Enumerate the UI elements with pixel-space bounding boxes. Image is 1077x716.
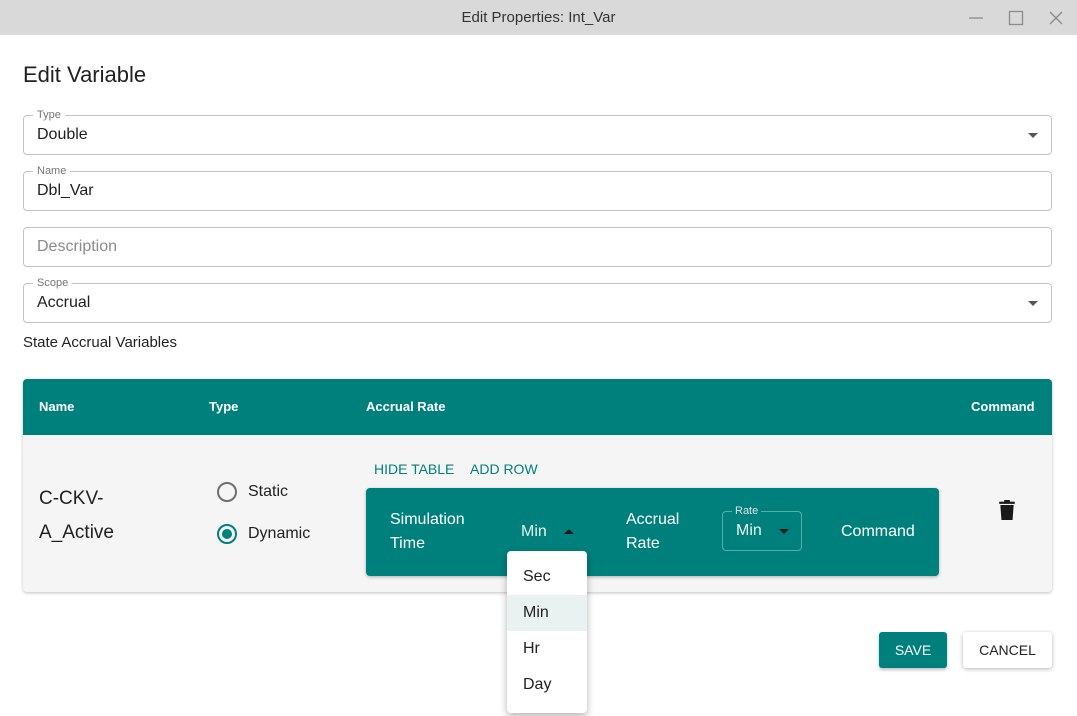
window-titlebar: Edit Properties: Int_Var (0, 0, 1077, 35)
inner-header-command: Command (841, 523, 915, 540)
cancel-button[interactable]: CANCEL (963, 632, 1052, 668)
dropdown-option-day[interactable]: Day (507, 667, 587, 703)
row-variable-name: C-CKV-A_Active (39, 488, 114, 543)
chevron-up-icon (564, 529, 574, 534)
type-value: Double (37, 126, 88, 143)
static-radio-label[interactable]: Static (248, 482, 288, 502)
hide-table-button[interactable]: HIDE TABLE (374, 461, 454, 477)
add-row-button[interactable]: ADD ROW (470, 461, 538, 477)
sim-time-unit-select[interactable]: Min (521, 520, 581, 544)
header-command: Command (971, 399, 1035, 414)
rate-unit-value: Min (736, 522, 762, 539)
trash-icon[interactable] (998, 500, 1016, 525)
inner-rate-table-header: Simulation Time Min Accrual Rate Rate Mi… (366, 488, 939, 576)
dropdown-option-sec[interactable]: Sec (507, 559, 587, 595)
dialog-title: Edit Variable (23, 62, 147, 87)
scope-select[interactable]: Scope Accrual (23, 277, 1052, 323)
maximize-icon[interactable] (997, 0, 1035, 35)
static-radio[interactable] (217, 482, 237, 502)
sim-time-unit-value: Min (521, 523, 547, 540)
name-field[interactable]: Name Dbl_Var (23, 165, 1052, 211)
header-accrual-rate: Accrual Rate (366, 399, 446, 414)
window-title: Edit Properties: Int_Var (461, 9, 616, 26)
scope-dropdown-arrow-icon[interactable] (1028, 301, 1038, 306)
scope-value: Accrual (37, 294, 91, 311)
chevron-down-icon (779, 529, 789, 534)
dropdown-option-hr[interactable]: Hr (507, 631, 587, 667)
rate-unit-select[interactable]: Rate Min (722, 505, 802, 551)
close-icon[interactable] (1037, 0, 1075, 35)
minimize-icon[interactable] (957, 0, 995, 35)
inner-header-accrual-rate: Accrual Rate (626, 511, 680, 552)
dropdown-option-min[interactable]: Min (507, 595, 587, 631)
header-type: Type (209, 399, 239, 414)
inner-header-simulation-time: Simulation Time (390, 511, 465, 552)
dynamic-radio[interactable] (217, 524, 237, 544)
type-select[interactable]: Type Double (23, 109, 1052, 155)
dynamic-radio-label[interactable]: Dynamic (248, 524, 310, 544)
unit-dropdown-menu: Sec Min Hr Day (507, 551, 587, 713)
header-name: Name (39, 399, 75, 414)
section-label: State Accrual Variables (23, 334, 177, 351)
name-value: Dbl_Var (37, 182, 94, 199)
description-field[interactable]: Description (23, 227, 1052, 267)
description-placeholder: Description (37, 238, 118, 255)
table-header: Name Type Accrual Rate Command (23, 379, 1052, 435)
save-button[interactable]: SAVE (879, 632, 947, 668)
type-dropdown-arrow-icon[interactable] (1028, 133, 1038, 138)
